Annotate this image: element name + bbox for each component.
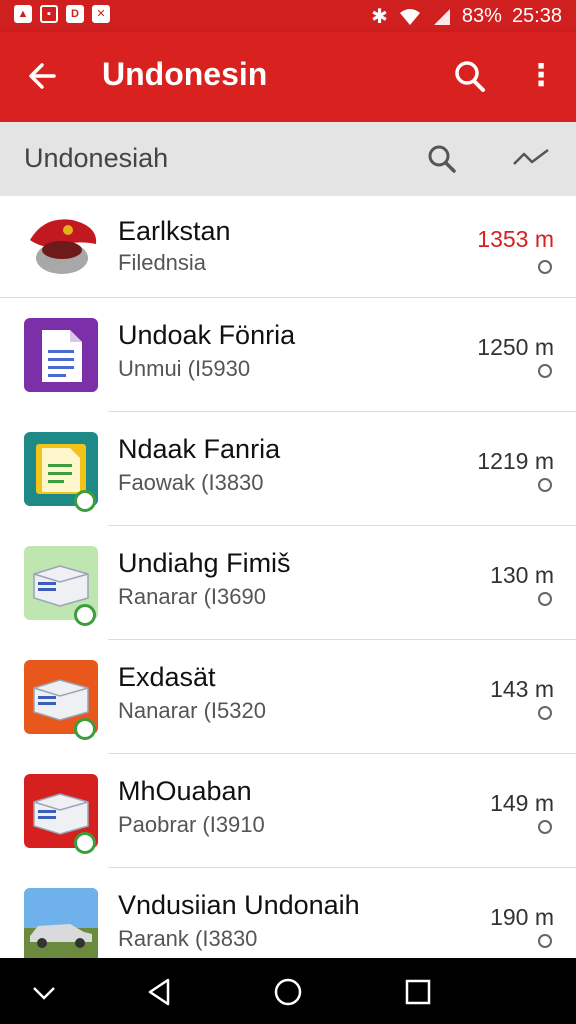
battery-text: 83% <box>461 5 502 27</box>
list-item[interactable]: MhOuaban Paobrar (I3910 149 m <box>0 754 576 868</box>
home-circle-icon[interactable] <box>268 972 308 1012</box>
item-title: Vndusiian Undonaih <box>118 890 360 920</box>
list-item[interactable]: Exdasät Nanarar (I5320 143 m <box>0 640 576 754</box>
item-distance: 1353 m <box>477 226 554 252</box>
media-icon: ▪ <box>40 5 58 23</box>
status-right: ✱ 83% 25:38 <box>371 4 562 29</box>
item-distance: 1250 m <box>477 334 554 360</box>
list-item[interactable]: Earlkstan Filednsia 1353 m <box>0 196 576 298</box>
sub-header: Undonesiah <box>0 122 576 196</box>
search-icon[interactable] <box>425 142 459 176</box>
item-title: MhOuaban <box>118 776 252 806</box>
app-icon: D <box>66 5 84 23</box>
sub-header-title: Undonesiah <box>24 143 169 173</box>
document-icon-purple <box>24 318 98 392</box>
status-left-icons: ▲ ▪ D ✕ <box>14 5 110 23</box>
status-icon <box>538 478 552 492</box>
red-cap-icon <box>24 210 98 284</box>
status-icon <box>538 820 552 834</box>
status-bar: ▲ ▪ D ✕ ✱ 83% 25:38 <box>0 0 576 32</box>
more-vert-icon[interactable]: ⋮ <box>526 56 556 96</box>
navigation-bar <box>0 958 576 1024</box>
item-subtitle: Paobrar (I3910 <box>118 812 265 837</box>
list-item[interactable]: Undoak Fönria Unmui (I5930 1250 m <box>0 298 576 412</box>
bluetooth-icon: ✱ <box>371 6 388 28</box>
signal-icon <box>433 8 450 25</box>
item-subtitle: Nanarar (I5320 <box>118 698 266 723</box>
item-subtitle: Ranarar (I3690 <box>118 584 266 609</box>
status-icon <box>538 592 552 606</box>
chevron-down-icon[interactable] <box>24 972 64 1012</box>
item-subtitle: Filednsia <box>118 250 207 275</box>
notification-icon: ▲ <box>14 5 32 23</box>
result-list: Earlkstan Filednsia 1353 m Undoak Fönria… <box>0 196 576 962</box>
back-triangle-icon[interactable] <box>140 972 180 1012</box>
item-distance: 190 m <box>490 904 554 930</box>
app-bar: Undonesin ⋮ <box>0 32 576 122</box>
item-distance: 130 m <box>490 562 554 588</box>
status-badge <box>74 490 96 512</box>
item-distance: 143 m <box>490 676 554 702</box>
wifi-icon <box>399 8 420 25</box>
item-subtitle: Faowak (I3830 <box>118 470 264 495</box>
trend-icon[interactable] <box>510 144 552 174</box>
app-title: Undonesin <box>102 56 268 92</box>
item-subtitle: Rarank (I3830 <box>118 926 258 951</box>
status-icon <box>538 260 552 274</box>
item-title: Undoak Fönria <box>118 320 296 350</box>
list-item[interactable]: Undiahg Fimiš Ranarar (I3690 130 m <box>0 526 576 640</box>
search-icon[interactable] <box>452 56 488 96</box>
shop-icon: ✕ <box>92 5 110 23</box>
item-title: Earlkstan <box>118 216 231 246</box>
item-title: Ndaak Fanria <box>118 434 281 464</box>
item-subtitle: Unmui (I5930 <box>118 356 251 381</box>
arrow-left-icon[interactable] <box>26 54 62 98</box>
recents-square-icon[interactable] <box>398 972 438 1012</box>
status-icon <box>538 364 552 378</box>
status-badge <box>74 832 96 854</box>
list-item[interactable]: Vndusiian Undonaih Rarank (I3830 190 m <box>0 868 576 962</box>
item-distance: 149 m <box>490 790 554 816</box>
status-icon <box>538 934 552 948</box>
list-item[interactable]: Ndaak Fanria Faowak (I3830 1219 m <box>0 412 576 526</box>
item-distance: 1219 m <box>477 448 554 474</box>
status-time: 25:38 <box>511 5 562 27</box>
car-photo <box>24 888 98 962</box>
item-title: Exdasät <box>118 662 216 692</box>
status-icon <box>538 706 552 720</box>
item-title: Undiahg Fimiš <box>118 548 291 578</box>
status-badge <box>74 718 96 740</box>
status-badge <box>74 604 96 626</box>
